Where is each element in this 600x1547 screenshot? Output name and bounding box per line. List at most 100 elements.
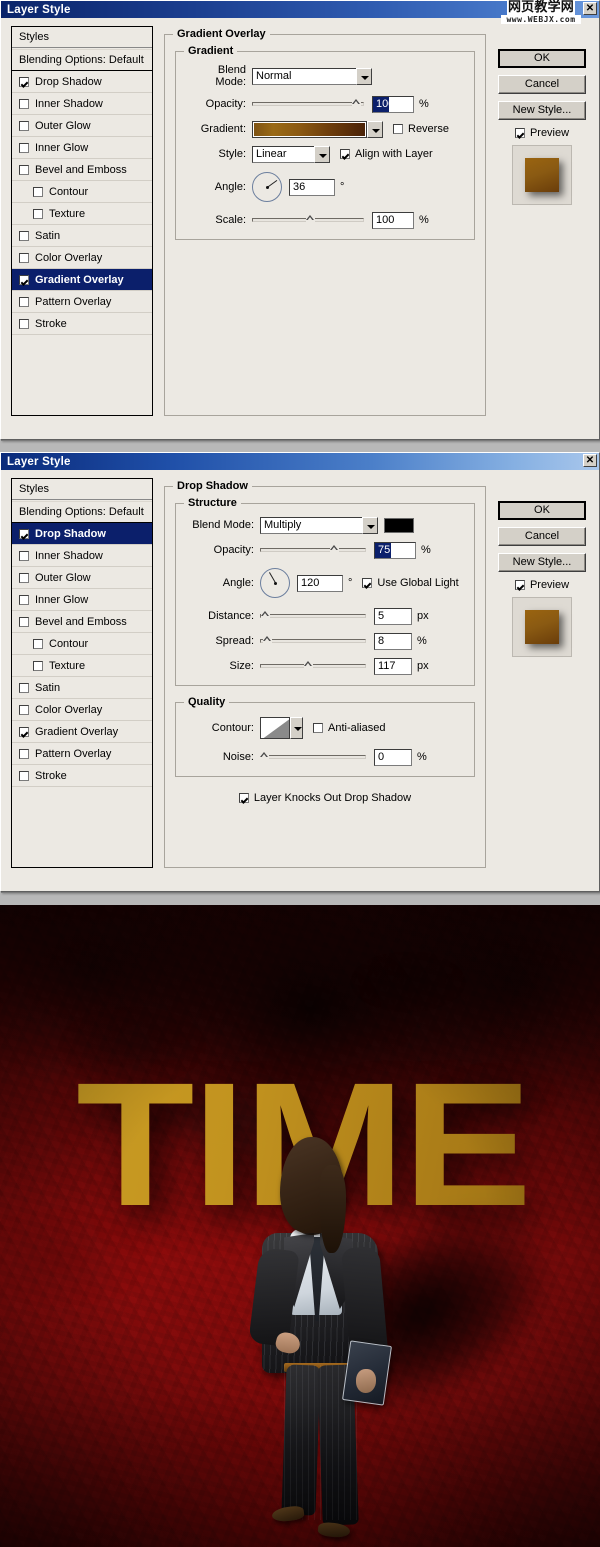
slider-thumb[interactable] [304, 661, 313, 671]
style-item-contour[interactable]: Contour [12, 181, 152, 203]
slider-thumb[interactable] [306, 215, 315, 225]
new-style-button[interactable]: New Style... [498, 101, 586, 120]
blend-mode-select[interactable]: Multiply [260, 516, 378, 534]
angle-value[interactable]: 120 [297, 574, 343, 592]
checkbox-pattern-overlay[interactable] [19, 748, 29, 759]
checkbox-satin[interactable] [19, 230, 29, 241]
contour-preview-swatch[interactable] [260, 717, 290, 739]
style-item-pattern-overlay[interactable]: Pattern Overlay [12, 291, 152, 313]
style-item-satin[interactable]: Satin [12, 677, 152, 699]
angle-dial[interactable] [260, 568, 290, 598]
slider-thumb[interactable] [263, 636, 272, 646]
opacity-value[interactable]: 100 [372, 95, 394, 113]
blending-options-item[interactable]: Blending Options: Default [12, 501, 152, 523]
style-item-stroke[interactable]: Stroke [12, 313, 152, 335]
style-item-pattern-overlay[interactable]: Pattern Overlay [12, 743, 152, 765]
styles-list-header[interactable]: Styles [12, 479, 152, 500]
noise-value[interactable]: 0 [374, 748, 412, 766]
checkbox-stroke[interactable] [19, 770, 29, 781]
anti-aliased-checkbox[interactable]: Anti-aliased [313, 722, 385, 734]
style-item-stroke[interactable]: Stroke [12, 765, 152, 787]
spread-value[interactable]: 8 [374, 632, 412, 650]
opacity-value[interactable]: 75 [374, 541, 391, 559]
checkbox-preview[interactable] [514, 580, 525, 590]
reverse-checkbox[interactable]: Reverse [393, 123, 449, 135]
new-style-button[interactable]: New Style... [498, 553, 586, 572]
close-icon[interactable]: ✕ [583, 454, 597, 467]
checkbox-drop-shadow[interactable] [19, 528, 29, 539]
style-item-bevel-and-emboss[interactable]: Bevel and Emboss [12, 611, 152, 633]
style-item-texture[interactable]: Texture [12, 203, 152, 225]
ok-button[interactable]: OK [498, 501, 586, 520]
checkbox-pattern-overlay[interactable] [19, 296, 29, 307]
close-icon[interactable]: ✕ [583, 2, 597, 15]
checkbox-outer-glow[interactable] [19, 120, 29, 131]
slider-thumb[interactable] [261, 611, 270, 621]
style-item-drop-shadow[interactable]: Drop Shadow [12, 523, 152, 545]
opacity-slider[interactable] [252, 98, 364, 110]
checkbox-outer-glow[interactable] [19, 572, 29, 583]
checkbox-reverse[interactable] [393, 124, 403, 134]
size-slider[interactable] [260, 660, 366, 672]
dialog-titlebar[interactable]: Layer Style ✕ [1, 453, 599, 470]
scale-slider[interactable] [252, 214, 364, 226]
preview-checkbox-row[interactable]: Preview [492, 579, 592, 591]
opacity-input[interactable]: 100 [372, 95, 414, 113]
checkbox-color-overlay[interactable] [19, 252, 29, 263]
gradient-picker-chevron-icon[interactable] [367, 120, 383, 138]
checkbox-bevel-and-emboss[interactable] [19, 164, 29, 175]
style-item-color-overlay[interactable]: Color Overlay [12, 699, 152, 721]
checkbox-drop-shadow[interactable] [19, 76, 29, 87]
style-item-gradient-overlay[interactable]: Gradient Overlay [12, 269, 152, 291]
angle-value[interactable]: 36 [289, 178, 335, 196]
checkbox-contour[interactable] [33, 638, 43, 649]
layer-knocks-out-checkbox[interactable]: Layer Knocks Out Drop Shadow [238, 792, 411, 804]
checkbox-gradient-overlay[interactable] [19, 274, 29, 285]
cancel-button[interactable]: Cancel [498, 75, 586, 94]
style-item-bevel-and-emboss[interactable]: Bevel and Emboss [12, 159, 152, 181]
checkbox-inner-glow[interactable] [19, 142, 29, 153]
opacity-input[interactable]: 75 [374, 541, 416, 559]
chevron-down-icon[interactable] [314, 145, 330, 163]
checkbox-inner-shadow[interactable] [19, 550, 29, 561]
style-item-inner-glow[interactable]: Inner Glow [12, 137, 152, 159]
checkbox-preview[interactable] [514, 128, 525, 138]
style-item-texture[interactable]: Texture [12, 655, 152, 677]
opacity-slider[interactable] [260, 544, 366, 556]
chevron-down-icon[interactable] [362, 516, 378, 534]
distance-value[interactable]: 5 [374, 607, 412, 625]
checkbox-inner-glow[interactable] [19, 594, 29, 605]
checkbox-bevel-and-emboss[interactable] [19, 616, 29, 627]
style-item-color-overlay[interactable]: Color Overlay [12, 247, 152, 269]
checkbox-color-overlay[interactable] [19, 704, 29, 715]
scale-value[interactable]: 100 [372, 211, 414, 229]
size-value[interactable]: 117 [374, 657, 412, 675]
style-item-inner-shadow[interactable]: Inner Shadow [12, 93, 152, 115]
blending-options-item[interactable]: Blending Options: Default [12, 49, 152, 71]
style-item-inner-glow[interactable]: Inner Glow [12, 589, 152, 611]
checkbox-layer-knocks-out[interactable] [238, 793, 249, 803]
style-item-inner-shadow[interactable]: Inner Shadow [12, 545, 152, 567]
preview-checkbox-row[interactable]: Preview [492, 127, 592, 139]
ok-button[interactable]: OK [498, 49, 586, 68]
checkbox-anti-aliased[interactable] [313, 723, 323, 733]
checkbox-use-global-light[interactable] [362, 578, 373, 588]
checkbox-align-with-layer[interactable] [340, 149, 350, 159]
checkbox-texture[interactable] [33, 660, 43, 671]
checkbox-contour[interactable] [33, 186, 43, 197]
align-with-layer-checkbox[interactable]: Align with Layer [340, 148, 433, 160]
shadow-color-swatch[interactable] [384, 517, 414, 533]
blend-mode-select[interactable]: Normal [252, 67, 372, 85]
chevron-down-icon[interactable] [356, 67, 372, 85]
cancel-button[interactable]: Cancel [498, 527, 586, 546]
checkbox-gradient-overlay[interactable] [19, 726, 29, 737]
checkbox-inner-shadow[interactable] [19, 98, 29, 109]
distance-slider[interactable] [260, 610, 366, 622]
checkbox-texture[interactable] [33, 208, 43, 219]
gradient-style-select[interactable]: Linear [252, 145, 330, 163]
slider-thumb[interactable] [260, 752, 269, 762]
dialog-titlebar[interactable]: Layer Style 网页教学网 www.WEBJX.com ✕ [1, 1, 599, 24]
noise-slider[interactable] [260, 751, 366, 763]
contour-chevron-down-icon[interactable] [290, 717, 303, 739]
slider-thumb[interactable] [330, 545, 339, 555]
